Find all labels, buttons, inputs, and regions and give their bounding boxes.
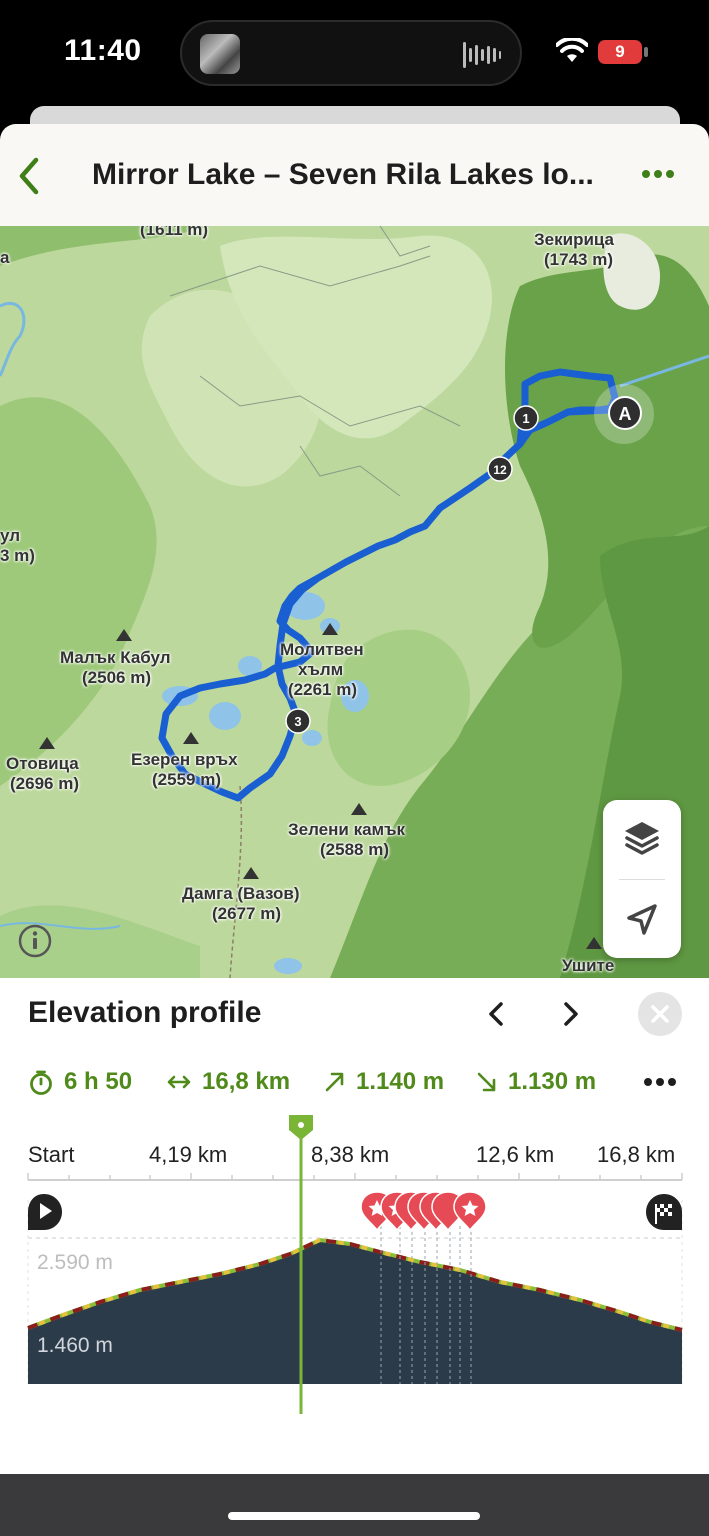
home-bar-area xyxy=(0,1474,709,1536)
map-label-molitven: Молитвен xyxy=(280,640,364,659)
map-label-partial: 3 m) xyxy=(0,546,35,565)
peak-icon xyxy=(322,623,338,635)
status-bar: 11:40 9 xyxy=(0,0,709,110)
ruler-ticks xyxy=(27,1173,683,1180)
battery-indicator: 9 xyxy=(598,40,642,64)
peak-icon xyxy=(39,737,55,749)
map-label-elevation: (2559 m) xyxy=(152,770,221,789)
svg-text:A: A xyxy=(619,404,632,424)
peak-icon xyxy=(586,937,602,949)
scrubber-dot xyxy=(298,1122,304,1128)
map-label-malak-kabul: Малък Кабул xyxy=(60,648,171,667)
y-label-max: 2.590 m xyxy=(37,1251,113,1274)
tour-map[interactable]: A 1 12 3 (1611 m) Зекирица (1743 m) а ул… xyxy=(0,226,709,978)
now-playing-artwork xyxy=(200,34,240,74)
start-waypoint-marker[interactable]: A xyxy=(607,395,643,431)
finish-flag-icon[interactable] xyxy=(646,1194,682,1230)
audio-waveform-icon xyxy=(463,42,501,68)
location-arrow-icon[interactable] xyxy=(603,880,681,958)
map-label-elevation: (2588 m) xyxy=(320,840,389,859)
poi-marker-pins[interactable] xyxy=(360,1191,487,1232)
map-label-elevation: (1743 m) xyxy=(544,250,613,269)
back-chevron-icon[interactable] xyxy=(14,156,44,196)
map-label-ushite: Ушите xyxy=(562,956,615,975)
dynamic-island[interactable] xyxy=(180,20,522,86)
tour-title: Mirror Lake – Seven Rila Lakes lo... xyxy=(92,158,594,191)
map-controls xyxy=(603,800,681,958)
elevation-panel: Elevation profile 6 h 50 16,8 km 1.140 m… xyxy=(0,978,709,1474)
map-label-elevation: (2696 m) xyxy=(10,774,79,793)
more-options-icon[interactable] xyxy=(640,164,676,184)
map-label-zeleni: Зелени камък xyxy=(288,820,406,839)
map-label-damga: Дамга (Вазов) xyxy=(182,884,300,903)
waypoint-12-marker[interactable]: 12 xyxy=(487,456,513,482)
svg-text:1: 1 xyxy=(522,411,529,426)
start-play-icon[interactable] xyxy=(28,1194,62,1230)
svg-text:3: 3 xyxy=(294,714,301,729)
map-label-ezeren: Езерен връх xyxy=(131,750,238,769)
info-icon[interactable] xyxy=(18,924,52,958)
peak-icon xyxy=(116,629,132,641)
peak-icon xyxy=(243,867,259,879)
svg-text:12: 12 xyxy=(493,463,507,477)
status-time: 11:40 xyxy=(64,34,142,67)
layers-icon[interactable] xyxy=(603,800,681,878)
map-label-partial: ул xyxy=(0,526,21,545)
elevation-area xyxy=(28,1240,682,1384)
battery-cap xyxy=(644,47,648,57)
map-label-zekiritsa: Зекирица xyxy=(534,230,615,249)
map-label-otovitsa: Отовица xyxy=(6,754,79,773)
home-indicator[interactable] xyxy=(228,1512,480,1520)
y-label-min: 1.460 m xyxy=(37,1334,113,1357)
map-label-elevation: (2506 m) xyxy=(82,668,151,687)
map-label-elevation: (2261 m) xyxy=(288,680,357,699)
wifi-icon xyxy=(556,38,588,62)
map-label-elevation: (2677 m) xyxy=(212,904,281,923)
tour-header: Mirror Lake – Seven Rila Lakes lo... xyxy=(0,124,709,226)
waypoint-3-marker[interactable]: 3 xyxy=(285,708,311,734)
elevation-chart[interactable]: 2.590 m 1.460 m xyxy=(0,978,709,1418)
map-label-partial: а xyxy=(0,248,10,267)
peak-icon xyxy=(183,732,199,744)
map-label-molitven-2: хълм xyxy=(298,660,344,679)
waypoint-1-marker[interactable]: 1 xyxy=(513,405,539,431)
peak-icon xyxy=(351,803,367,815)
map-label-elevation: (1611 m) xyxy=(140,226,209,239)
